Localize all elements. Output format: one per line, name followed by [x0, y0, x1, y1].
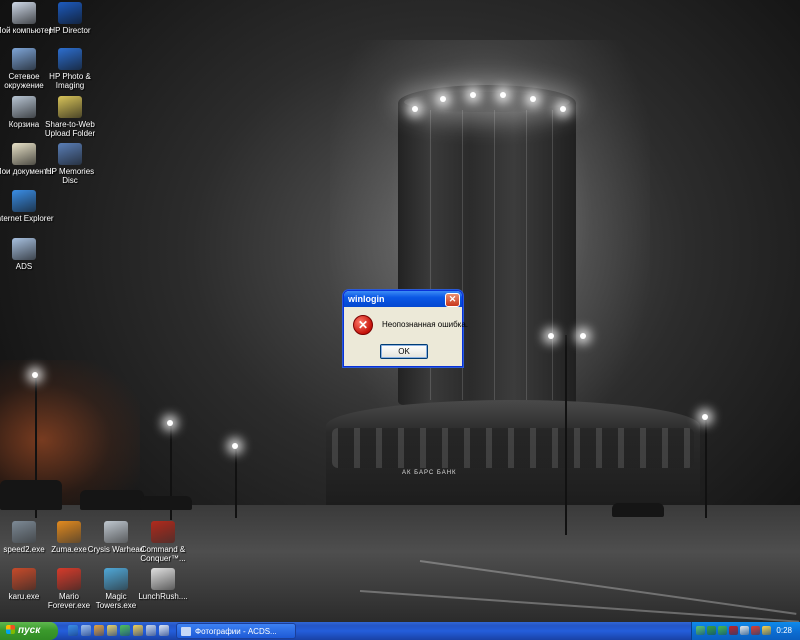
- desktop-icon-hp-memories[interactable]: HP Memories Disc: [40, 143, 100, 185]
- wallpaper-lamp: [548, 333, 554, 339]
- start-button[interactable]: пуск: [0, 622, 58, 640]
- hp-memories-icon: [58, 143, 82, 165]
- clock[interactable]: 0:28: [776, 622, 792, 640]
- magic-towers-icon: [104, 568, 128, 590]
- wallpaper-lamp: [530, 96, 536, 102]
- desktop-icon-label: HP Photo & Imaging: [49, 72, 91, 90]
- messenger-tray-icon[interactable]: [718, 626, 727, 635]
- task-label: Фотографии - ACDS...: [195, 627, 277, 636]
- wallpaper-lamp: [500, 92, 506, 98]
- desktop-icon-share-to-web[interactable]: Share-to-Web Upload Folder: [40, 96, 100, 138]
- wallpaper-lamp: [412, 106, 418, 112]
- wallpaper-tower-line: [552, 110, 553, 400]
- wallpaper-car: [80, 490, 144, 510]
- crysis-icon: [104, 521, 128, 543]
- hp-photo-icon: [58, 48, 82, 70]
- ads-icon: [12, 238, 36, 260]
- wallpaper-building-sign: АК БАРС БАНК: [402, 470, 457, 476]
- explorer-icon[interactable]: [107, 625, 117, 636]
- kaspersky-tray-icon[interactable]: [729, 626, 738, 635]
- taskbar: пуск Фотографии - ACDS... 0:28: [0, 622, 800, 640]
- antivirus-tray-icon[interactable]: [707, 626, 716, 635]
- network-tray-icon[interactable]: [696, 626, 705, 635]
- wallpaper-lamp: [232, 443, 238, 449]
- desktop-icon-hp-director[interactable]: HP Director: [40, 2, 100, 35]
- wallpaper-tower-line: [526, 110, 527, 400]
- windows-logo-icon: [6, 625, 15, 634]
- wallpaper-lamp: [702, 414, 708, 420]
- dialog-close-button[interactable]: ✕: [445, 293, 460, 307]
- desktop-icon-ads[interactable]: ADS: [0, 238, 54, 271]
- security-tray-icon[interactable]: [751, 626, 760, 635]
- my-computer-icon: [12, 2, 36, 24]
- acdsee-icon: [181, 627, 191, 636]
- window-icon[interactable]: [159, 625, 169, 636]
- volume-tray-icon[interactable]: [740, 626, 749, 635]
- wallpaper-tower-line: [494, 110, 495, 400]
- wallpaper-lamp-post: [235, 448, 237, 518]
- dialog-message: Неопознанная ошибка.: [382, 320, 469, 329]
- close-icon: ✕: [448, 294, 457, 304]
- wallpaper-car: [0, 480, 62, 510]
- desktop-icon-internet-explorer[interactable]: Internet Explorer: [0, 190, 54, 223]
- mario-icon: [57, 568, 81, 590]
- wallpaper-car: [140, 496, 192, 510]
- share-to-web-icon: [58, 96, 82, 118]
- desktop[interactable]: АК БАРС БАНК Мой компьютер Сетевое окруж…: [0, 0, 800, 622]
- program-icon[interactable]: [146, 625, 156, 636]
- speed2-icon: [12, 521, 36, 543]
- messenger-icon[interactable]: [120, 625, 130, 636]
- zuma-icon: [57, 521, 81, 543]
- wallpaper-lamp: [470, 92, 476, 98]
- hp-director-icon: [58, 2, 82, 24]
- wallpaper-lamp: [167, 420, 173, 426]
- wallpaper-lamp: [440, 96, 446, 102]
- error-dialog: winlogin ✕ ✕ Неопознанная ошибка. OK: [343, 290, 468, 367]
- network-icon: [12, 48, 36, 70]
- desktop-icon-label: HP Memories Disc: [45, 167, 95, 185]
- desktop-icon-lunchrush[interactable]: LunchRush....: [133, 568, 193, 601]
- lunchrush-icon: [151, 568, 175, 590]
- desktop-icon-hp-photo[interactable]: HP Photo & Imaging: [40, 48, 100, 90]
- ie-quicklaunch-icon[interactable]: [68, 625, 78, 636]
- recycle-bin-icon: [12, 96, 36, 118]
- show-desktop-icon[interactable]: [81, 625, 91, 636]
- taskbar-button-photos[interactable]: Фотографии - ACDS...: [176, 623, 296, 639]
- wallpaper-lamp: [560, 106, 566, 112]
- desktop-icon-label: Internet Explorer: [0, 214, 54, 223]
- karu-icon: [12, 568, 36, 590]
- desktop-icon-command-conquer[interactable]: Command & Conquer™...: [133, 521, 193, 563]
- wallpaper-lamp: [580, 333, 586, 339]
- start-label: пуск: [18, 625, 41, 636]
- dialog-title: winlogin: [348, 294, 385, 304]
- wallpaper-lamp-post: [565, 335, 567, 535]
- my-documents-icon: [12, 143, 36, 165]
- desktop-icon-label: ADS: [15, 262, 33, 271]
- desktop-icon-label: LunchRush....: [138, 592, 188, 601]
- ok-button[interactable]: OK: [380, 344, 428, 359]
- system-tray: 0:28: [691, 622, 800, 640]
- desktop-icon-label: Share-to-Web Upload Folder: [44, 120, 96, 138]
- error-glyph: ✕: [357, 318, 369, 332]
- desktop-icon-label: HP Director: [49, 26, 91, 35]
- command-conquer-icon: [151, 521, 175, 543]
- desktop-icon-label: Command & Conquer™...: [140, 545, 186, 563]
- wallpaper-lamp: [32, 372, 38, 378]
- error-icon: ✕: [353, 315, 373, 335]
- wallpaper-building-windows: [332, 428, 694, 468]
- update-tray-icon[interactable]: [762, 626, 771, 635]
- media-player-icon[interactable]: [94, 625, 104, 636]
- wallpaper-lamp-post: [705, 418, 707, 518]
- wallpaper-car: [612, 503, 664, 517]
- folder-icon[interactable]: [133, 625, 143, 636]
- wallpaper-tower-top: [404, 92, 570, 112]
- internet-explorer-icon: [12, 190, 36, 212]
